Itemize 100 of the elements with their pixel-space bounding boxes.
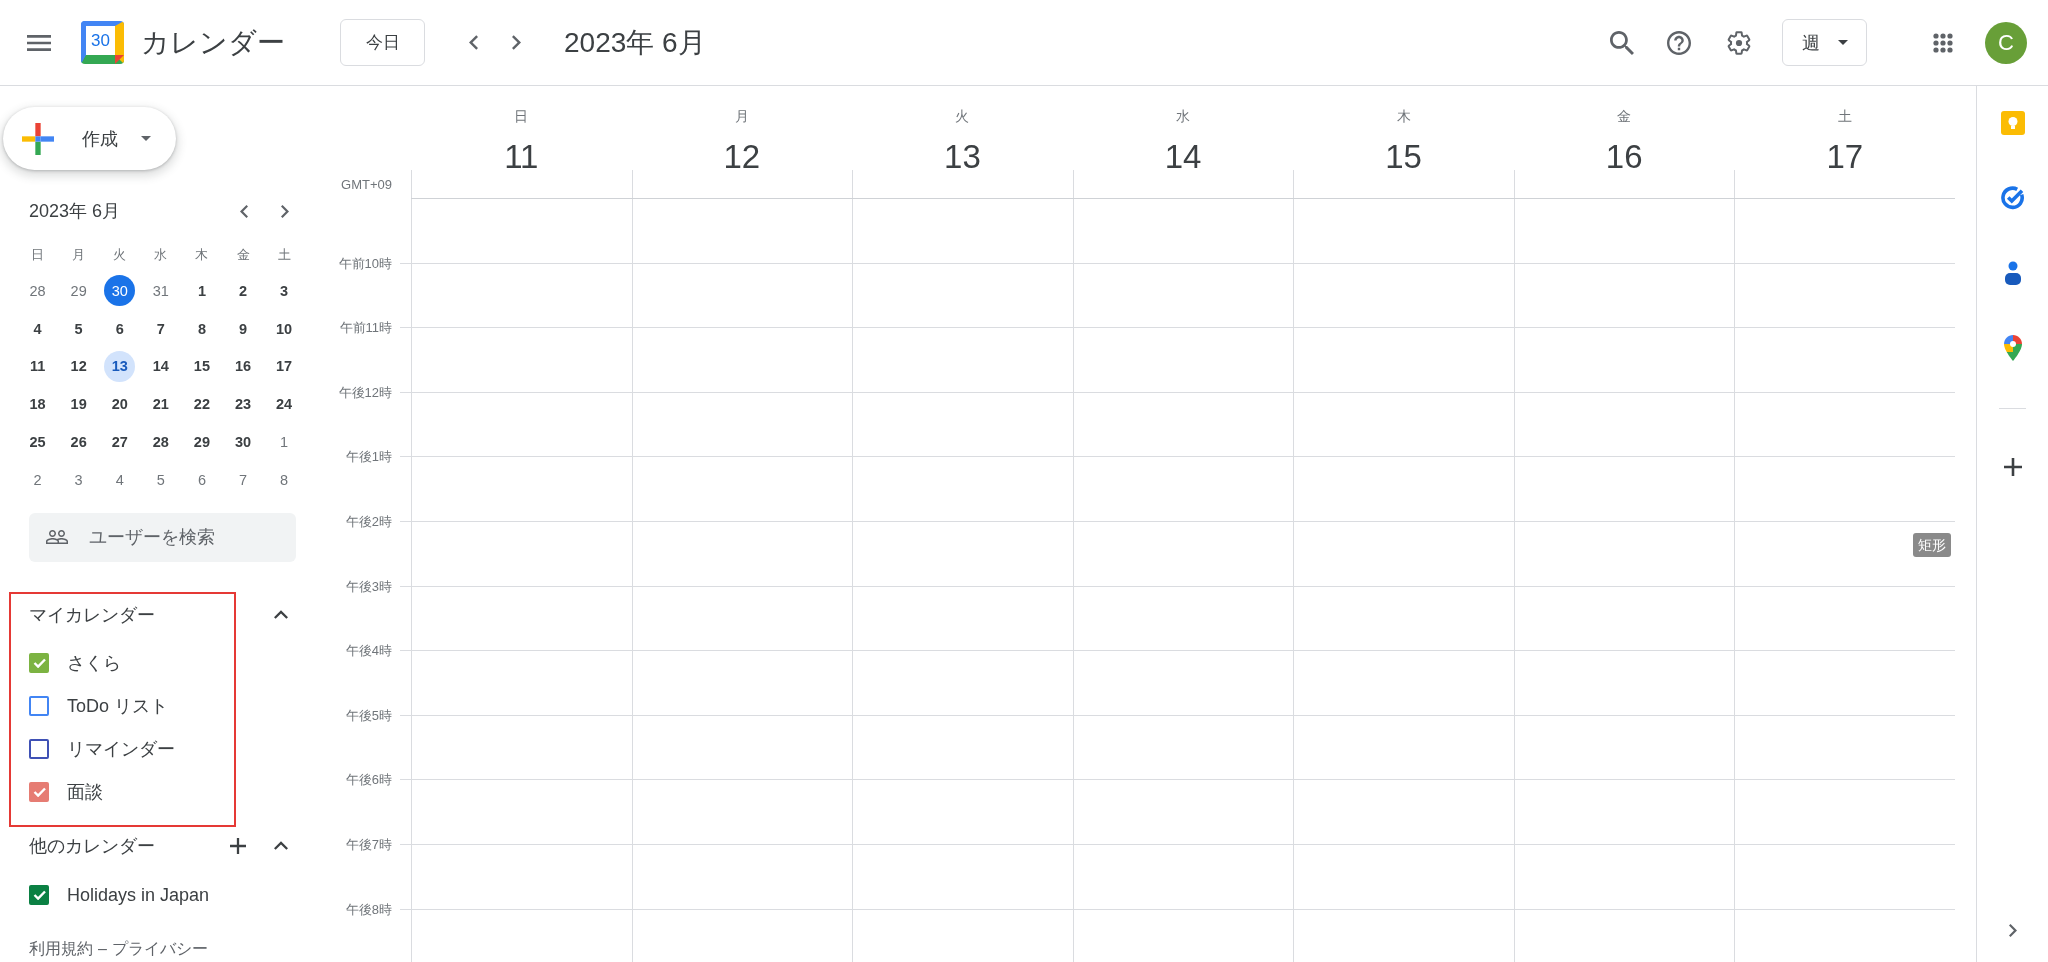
mini-calendar-day[interactable]: 4	[22, 313, 54, 345]
mini-calendar-day[interactable]: 17	[268, 351, 300, 382]
help-icon[interactable]	[1667, 30, 1691, 55]
mini-calendar-day[interactable]: 2	[227, 275, 259, 307]
calendar-name[interactable]: ToDo リスト	[67, 694, 169, 719]
time-label: 午後3時	[345, 577, 392, 596]
mini-calendar-day[interactable]: 28	[22, 275, 54, 307]
people-search-field[interactable]: ユーザーを検索	[29, 512, 296, 562]
map-pin-icon[interactable]	[2003, 335, 2022, 361]
mini-calendar-day[interactable]: 8	[186, 313, 218, 345]
mini-calendar-day[interactable]: 18	[22, 388, 54, 420]
mini-calendar-day[interactable]: 7	[227, 464, 259, 496]
weekday-label: 日	[31, 246, 45, 264]
date-number[interactable]: 11	[504, 137, 539, 177]
calendar-name[interactable]: さくら	[67, 651, 121, 676]
mini-calendar-day[interactable]: 23	[227, 388, 259, 420]
weekday-label: 日	[514, 108, 529, 124]
mini-calendar-day[interactable]: 1	[186, 275, 218, 307]
mini-calendar-day[interactable]: 27	[104, 426, 136, 458]
mini-calendar-day[interactable]: 25	[22, 426, 54, 458]
mini-calendar-day[interactable]: 9	[227, 313, 259, 345]
calendar-name[interactable]: Holidays in Japan	[67, 884, 210, 906]
date-number[interactable]: 14	[1164, 137, 1202, 177]
weekday-label: 水	[154, 246, 168, 264]
view-select[interactable]: 週	[1782, 19, 1867, 66]
chevron-right-icon[interactable]	[512, 35, 521, 50]
mini-calendar-day[interactable]: 21	[145, 388, 177, 420]
calendar-name[interactable]: リマインダー	[67, 737, 175, 762]
plus-icon	[22, 122, 54, 155]
apps-grid-icon[interactable]	[1933, 32, 1953, 53]
date-number[interactable]: 12	[723, 137, 761, 177]
weekday-label: 土	[1837, 108, 1852, 124]
mini-calendar-day[interactable]: 5	[63, 313, 95, 345]
mini-calendar-day[interactable]: 4	[104, 464, 136, 496]
mini-calendar-day[interactable]: 10	[268, 313, 300, 345]
time-label: 午後7時	[345, 835, 392, 854]
mini-calendar-day[interactable]: 24	[268, 388, 300, 420]
checkbox[interactable]	[29, 739, 49, 760]
checkbox[interactable]	[29, 885, 49, 906]
mini-calendar-day[interactable]: 13	[104, 351, 136, 382]
footer-link[interactable]: 利用規約	[29, 938, 93, 959]
date-number[interactable]: 13	[944, 137, 981, 177]
today-button[interactable]: 今日	[340, 19, 425, 66]
mini-calendar-day[interactable]: 11	[22, 351, 54, 382]
timezone-label: GMT+09	[341, 177, 392, 192]
mini-calendar-day[interactable]: 22	[186, 388, 218, 420]
mini-calendar-day[interactable]: 1	[268, 426, 300, 458]
mini-calendar-day[interactable]: 31	[145, 275, 177, 307]
chevron-up-icon[interactable]	[274, 841, 288, 851]
mini-calendar-day[interactable]: 30	[227, 426, 259, 458]
footer-link[interactable]: プライバシー	[111, 938, 208, 959]
weekday-label: 木	[195, 246, 209, 264]
mini-calendar-day[interactable]: 2	[22, 464, 54, 496]
check-circle-icon[interactable]	[2000, 186, 2025, 210]
create-button[interactable]: 作成	[3, 107, 176, 170]
mini-calendar-day[interactable]: 12	[63, 351, 95, 382]
mini-calendar-day[interactable]: 8	[268, 464, 300, 496]
mini-calendar-day[interactable]: 7	[145, 313, 177, 345]
mini-calendar-day[interactable]: 14	[145, 351, 177, 382]
mini-calendar-day[interactable]: 3	[268, 275, 300, 307]
mini-calendar-day[interactable]: 3	[63, 464, 95, 496]
section-title: 他のカレンダー	[29, 834, 156, 858]
time-label: 午後1時	[345, 448, 392, 467]
calendar-logo: 30	[81, 21, 124, 64]
overlay-tag: 矩形	[1913, 533, 1951, 557]
time-label: 午前10時	[338, 254, 392, 273]
chevron-left-icon[interactable]	[240, 204, 248, 218]
chevron-left-icon[interactable]	[469, 35, 478, 50]
mini-calendar-day[interactable]: 29	[186, 426, 218, 458]
weekday-label: 月	[72, 246, 86, 264]
checkbox[interactable]	[29, 653, 49, 674]
search-icon[interactable]	[1610, 30, 1634, 55]
checkbox[interactable]	[29, 696, 49, 717]
person-icon[interactable]	[2002, 261, 2023, 285]
mini-calendar-day[interactable]: 28	[145, 426, 177, 458]
mini-calendar-day[interactable]: 5	[145, 464, 177, 496]
checkbox[interactable]	[29, 782, 49, 803]
mini-calendar-day[interactable]: 16	[227, 351, 259, 382]
date-number[interactable]: 15	[1385, 137, 1422, 177]
chevron-right-icon[interactable]	[2008, 924, 2017, 937]
calendar-name[interactable]: 面談	[67, 780, 103, 805]
date-number[interactable]: 16	[1605, 137, 1643, 177]
date-number[interactable]: 17	[1826, 137, 1864, 177]
time-label: 午後12時	[338, 383, 392, 402]
mini-calendar-day[interactable]: 30	[104, 275, 136, 307]
mini-calendar-day[interactable]: 15	[186, 351, 218, 382]
checkmark-icon	[32, 890, 46, 901]
mini-calendar-day[interactable]: 6	[104, 313, 136, 345]
separator-text: –	[98, 938, 107, 959]
menu-icon[interactable]	[27, 34, 51, 51]
mini-calendar-day[interactable]: 29	[63, 275, 95, 307]
mini-calendar-day[interactable]: 6	[186, 464, 218, 496]
add-icon[interactable]	[2003, 458, 2022, 476]
mini-calendar-day[interactable]: 20	[104, 388, 136, 420]
chevron-up-icon[interactable]	[274, 610, 288, 620]
settings-icon[interactable]	[1727, 30, 1751, 55]
chevron-right-icon[interactable]	[281, 204, 289, 218]
mini-calendar-day[interactable]: 19	[63, 388, 95, 420]
add-icon[interactable]	[230, 837, 246, 854]
mini-calendar-day[interactable]: 26	[63, 426, 95, 458]
